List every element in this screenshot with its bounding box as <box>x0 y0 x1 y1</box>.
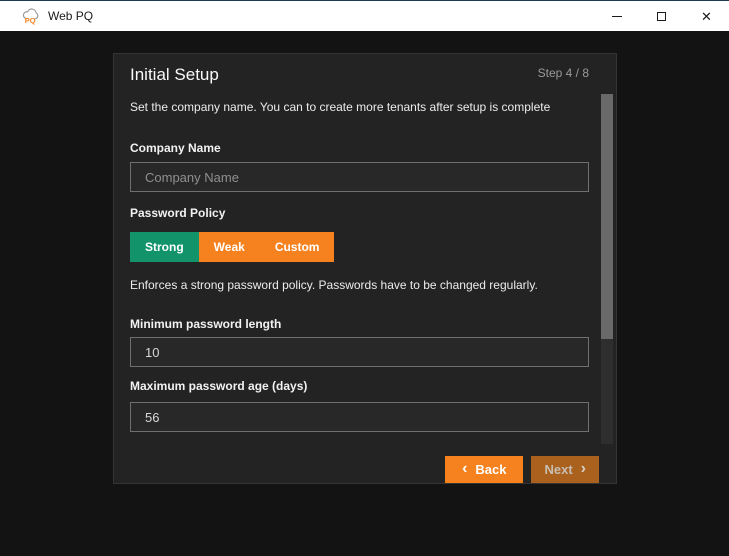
window-title: Web PQ <box>48 9 94 23</box>
company-name-label: Company Name <box>130 141 221 155</box>
scrollbar-track[interactable] <box>601 94 613 444</box>
back-button[interactable]: ‹ Back <box>445 456 524 483</box>
max-password-age-label: Maximum password age (days) <box>130 379 308 393</box>
app-logo-cloud-icon: PQ <box>21 7 41 25</box>
policy-weak-button[interactable]: Weak <box>198 232 260 262</box>
panel-header: Initial Setup Step 4 / 8 <box>130 64 589 86</box>
policy-custom-button[interactable]: Custom <box>259 232 335 262</box>
logo-text: PQ <box>25 16 36 25</box>
next-button-label: Next <box>544 462 573 477</box>
policy-strong-button[interactable]: Strong <box>130 232 199 262</box>
setup-subtitle: Set the company name. You can to create … <box>130 100 551 114</box>
titlebar: PQ Web PQ ✕ <box>0 1 729 31</box>
close-icon: ✕ <box>701 8 712 24</box>
chevron-right-icon: › <box>580 459 586 477</box>
app-window: PQ Web PQ ✕ Initial Setup Step 4 / 8 Set… <box>0 0 729 556</box>
wizard-footer: ‹ Back Next › <box>130 456 599 483</box>
setup-wizard-panel: Initial Setup Step 4 / 8 Set the company… <box>113 53 617 484</box>
window-controls: ✕ <box>594 1 729 31</box>
close-button[interactable]: ✕ <box>684 1 729 31</box>
next-button[interactable]: Next › <box>531 456 599 483</box>
max-password-age-input[interactable] <box>130 402 589 432</box>
password-policy-label: Password Policy <box>130 206 226 220</box>
minimize-button[interactable] <box>594 1 639 31</box>
company-name-input[interactable] <box>130 162 589 192</box>
back-button-label: Back <box>475 462 507 477</box>
min-password-length-label: Minimum password length <box>130 317 282 331</box>
scrollbar-thumb[interactable] <box>601 94 613 339</box>
minimize-icon <box>611 15 622 17</box>
min-password-length-input[interactable] <box>130 337 589 367</box>
policy-description: Enforces a strong password policy. Passw… <box>130 278 538 292</box>
chevron-left-icon: ‹ <box>462 459 468 477</box>
maximize-button[interactable] <box>639 1 684 31</box>
password-policy-segmented-control: Strong Weak Custom <box>130 232 335 262</box>
page-title: Initial Setup <box>130 65 219 84</box>
step-indicator: Step 4 / 8 <box>537 66 589 80</box>
maximize-icon <box>657 11 666 21</box>
